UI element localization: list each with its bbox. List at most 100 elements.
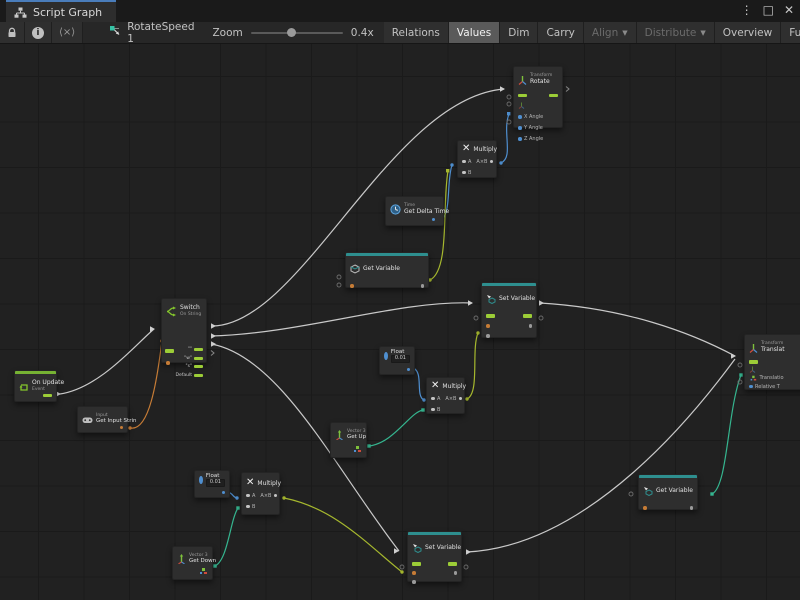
node-title: Get Down	[189, 558, 216, 564]
dim-button[interactable]: Dim	[500, 22, 538, 43]
self-port-icon[interactable]	[518, 102, 525, 109]
input-b-port[interactable]	[431, 408, 435, 412]
node-set-variable-bottom[interactable]: Set Variable	[407, 531, 462, 582]
input-b-port[interactable]	[246, 505, 250, 509]
case-label: ""	[188, 347, 192, 352]
node-multiply-top[interactable]: ✕Multiply AA×B B	[457, 140, 497, 178]
default-out-port[interactable]	[194, 374, 203, 378]
value-in-port[interactable]	[486, 334, 490, 338]
zoom-slider[interactable]	[251, 32, 343, 34]
value-out-port[interactable]	[454, 571, 458, 575]
flow-out-port[interactable]	[43, 394, 52, 398]
name-port[interactable]	[486, 324, 490, 328]
distribute-button[interactable]: Distribute▼	[637, 22, 715, 43]
self-port-icon[interactable]	[749, 366, 756, 373]
case-label: Default	[176, 373, 192, 378]
name-port[interactable]	[643, 506, 647, 510]
value-out-port[interactable]	[690, 506, 694, 510]
float-value-field[interactable]: 0.01	[391, 355, 410, 363]
output-port[interactable]	[274, 494, 278, 498]
zoom-slider-handle[interactable]	[287, 28, 296, 37]
relations-button[interactable]: Relations	[384, 22, 449, 43]
node-float-top[interactable]: Float0.01	[379, 346, 415, 375]
tab-script-graph[interactable]: Script Graph	[6, 0, 116, 22]
node-get-variable-top[interactable]: Get Variable	[345, 252, 429, 288]
selector-port[interactable]	[166, 361, 170, 365]
set-variable-icon	[412, 538, 422, 557]
node-transform-translate[interactable]: TransformTranslat Translatio Relative T	[744, 334, 800, 390]
node-multiply-bottom[interactable]: ✕Multiply AA×B B	[241, 472, 280, 515]
graph-reference[interactable]: RotateSpeed 1	[101, 22, 202, 43]
name-port[interactable]	[350, 284, 354, 288]
z-angle-port[interactable]	[518, 137, 522, 141]
node-multiply-middle[interactable]: ✕Multiply AA×B B	[426, 377, 465, 414]
flow-in-port[interactable]	[486, 314, 495, 318]
tab-title: Script Graph	[33, 6, 102, 19]
flow-out-port[interactable]	[549, 94, 558, 98]
vector3-out-port[interactable]	[199, 568, 207, 575]
node-on-update[interactable]: On UpdateEvent	[14, 370, 57, 402]
multiply-icon: ✕	[246, 478, 254, 488]
output-port[interactable]	[432, 218, 436, 222]
window-close-button[interactable]: ✕	[784, 3, 794, 17]
graph-canvas[interactable]	[0, 44, 800, 600]
flow-in-port[interactable]	[749, 360, 758, 364]
vector3-out-port[interactable]	[353, 446, 361, 453]
input-b-port[interactable]	[462, 171, 466, 175]
float-value-field[interactable]: 0.01	[206, 479, 225, 487]
input-a-port[interactable]	[246, 494, 250, 498]
code-view-button[interactable]: ⟨×⟩	[52, 22, 83, 43]
output-port[interactable]	[459, 397, 463, 401]
flow-out-port[interactable]	[448, 562, 457, 566]
input-a-port[interactable]	[431, 397, 435, 401]
overview-button[interactable]: Overview	[715, 22, 781, 43]
output-port[interactable]	[120, 426, 124, 430]
flow-in-port[interactable]	[412, 562, 421, 566]
node-float-bottom[interactable]: Float0.01	[194, 470, 230, 498]
y-angle-port[interactable]	[518, 126, 522, 130]
info-icon: i	[32, 27, 44, 39]
transform-icon	[749, 338, 758, 357]
output-port[interactable]	[222, 491, 226, 495]
output-port[interactable]	[490, 160, 494, 164]
float-icon	[384, 352, 388, 360]
window-menu-button[interactable]: ⋮	[741, 3, 753, 17]
value-out-port[interactable]	[421, 284, 425, 288]
node-vector3-get-up[interactable]: Vector 3Get Up	[330, 422, 367, 458]
case-out-port[interactable]	[194, 365, 203, 369]
node-get-variable-right[interactable]: Get Variable	[638, 474, 698, 510]
translation-port[interactable]	[750, 375, 756, 381]
node-get-input-string[interactable]: InputGet Input Strin	[77, 406, 128, 433]
input-a-port[interactable]	[462, 160, 466, 164]
flow-in-port[interactable]	[165, 349, 174, 353]
values-button[interactable]: Values	[449, 22, 500, 43]
case-out-port[interactable]	[194, 357, 203, 361]
relative-to-port[interactable]	[749, 385, 753, 389]
node-transform-rotate[interactable]: TransformRotate X Angle Y Angle Z Angle	[513, 66, 563, 128]
window-maximize-button[interactable]: □	[763, 3, 774, 17]
port-label: A	[437, 396, 440, 402]
node-vector3-get-down[interactable]: Vector 3Get Down	[172, 546, 213, 580]
node-title: Rotate	[530, 79, 552, 86]
node-switch-on-string[interactable]: SwitchOn String "" "w" "s" Default	[161, 298, 207, 363]
case-out-port[interactable]	[194, 348, 203, 352]
value-in-port[interactable]	[412, 580, 416, 584]
flow-out-port[interactable]	[523, 314, 532, 318]
node-get-delta-time[interactable]: TimeGet Delta Time	[385, 196, 444, 226]
lock-button[interactable]	[0, 22, 25, 43]
flow-in-port[interactable]	[518, 94, 527, 98]
x-angle-port[interactable]	[518, 115, 522, 119]
vector3-icon	[335, 425, 344, 444]
name-port[interactable]	[412, 571, 416, 575]
float-icon	[199, 476, 203, 484]
output-port[interactable]	[407, 368, 411, 372]
fullscreen-button[interactable]: Full Screen	[781, 22, 800, 43]
node-set-variable-top[interactable]: Set Variable	[481, 282, 537, 338]
value-out-port[interactable]	[529, 324, 533, 328]
carry-button[interactable]: Carry	[538, 22, 583, 43]
info-button[interactable]: i	[25, 22, 52, 43]
distribute-label: Distribute	[645, 27, 697, 39]
port-label: B	[468, 170, 471, 176]
align-button[interactable]: Align▼	[584, 22, 637, 43]
node-title: Translat	[761, 347, 785, 354]
